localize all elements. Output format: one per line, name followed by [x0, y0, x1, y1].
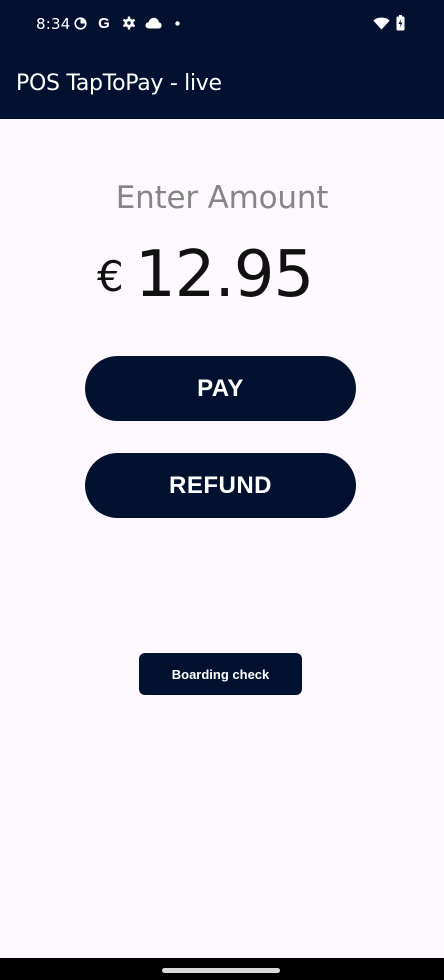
dot-icon: [173, 14, 181, 32]
amount-value[interactable]: 12.95: [135, 238, 314, 312]
battery-icon: [395, 14, 405, 32]
status-bar: 8:34 G: [0, 0, 444, 48]
home-gesture-handle[interactable]: [162, 968, 280, 973]
app-title: POS TapToPay - live: [16, 71, 222, 96]
app-bar: POS TapToPay - live: [0, 48, 444, 119]
wifi-icon: [372, 14, 390, 32]
amount-display[interactable]: € 12.95: [0, 238, 444, 312]
status-time: 8:34: [36, 15, 71, 33]
navigation-bar: [0, 958, 444, 980]
pay-button[interactable]: PAY: [85, 356, 356, 421]
currency-symbol: €: [97, 252, 124, 301]
boarding-check-button[interactable]: Boarding check: [139, 653, 302, 695]
timer-icon: [73, 14, 87, 32]
cloud-icon: [144, 14, 162, 32]
settings-gear-icon: [121, 14, 137, 32]
enter-amount-prompt: Enter Amount: [115, 180, 329, 216]
google-g-icon: G: [98, 14, 110, 32]
refund-button[interactable]: REFUND: [85, 453, 356, 518]
